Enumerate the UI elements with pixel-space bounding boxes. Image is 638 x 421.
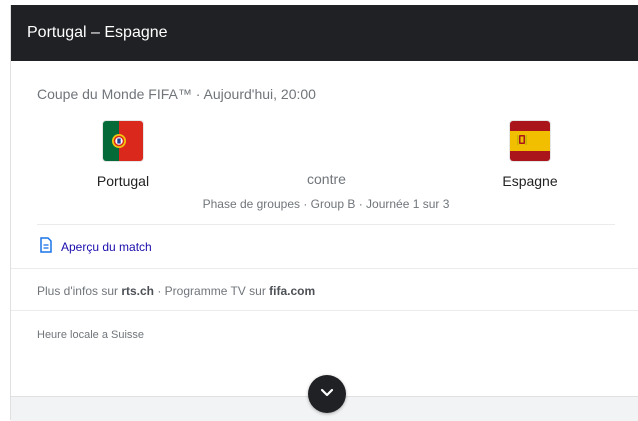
home-team[interactable]: Portugal	[63, 121, 183, 189]
home-team-name: Portugal	[96, 173, 150, 189]
divider	[11, 268, 638, 269]
match-card: Portugal – Espagne Coupe du Monde FIFA™ …	[10, 5, 638, 421]
divider	[11, 310, 638, 311]
timezone-note: Heure locale a Suisse	[37, 329, 145, 341]
match-phase: Phase de groupes · Group B · Journée 1 s…	[202, 197, 450, 211]
away-team-name: Espagne	[502, 173, 558, 189]
page-title: Portugal – Espagne	[27, 24, 168, 41]
expand-button[interactable]	[308, 375, 346, 413]
divider	[37, 224, 615, 225]
chevron-down-icon	[320, 385, 334, 403]
document-icon	[39, 237, 61, 256]
away-team[interactable]: Espagne	[470, 121, 590, 189]
card-header: Portugal – Espagne	[11, 5, 638, 61]
spain-flag-icon	[510, 121, 550, 161]
more-info-line: Plus d'infos sur rts.ch · Programme TV s…	[37, 284, 315, 298]
more-info-middle: · Programme TV sur	[154, 284, 270, 298]
rts-link[interactable]: rts.ch	[121, 284, 154, 298]
fifa-link[interactable]: fifa.com	[269, 284, 315, 298]
competition-info: Coupe du Monde FIFA™ · Aujourd'hui, 20:0…	[37, 86, 316, 102]
match-preview-label: Aperçu du match	[61, 239, 152, 254]
versus-label: contre	[307, 171, 346, 187]
portugal-flag-icon	[103, 121, 143, 161]
match-preview-link[interactable]: Aperçu du match	[39, 237, 152, 256]
more-info-prefix: Plus d'infos sur	[37, 284, 122, 298]
